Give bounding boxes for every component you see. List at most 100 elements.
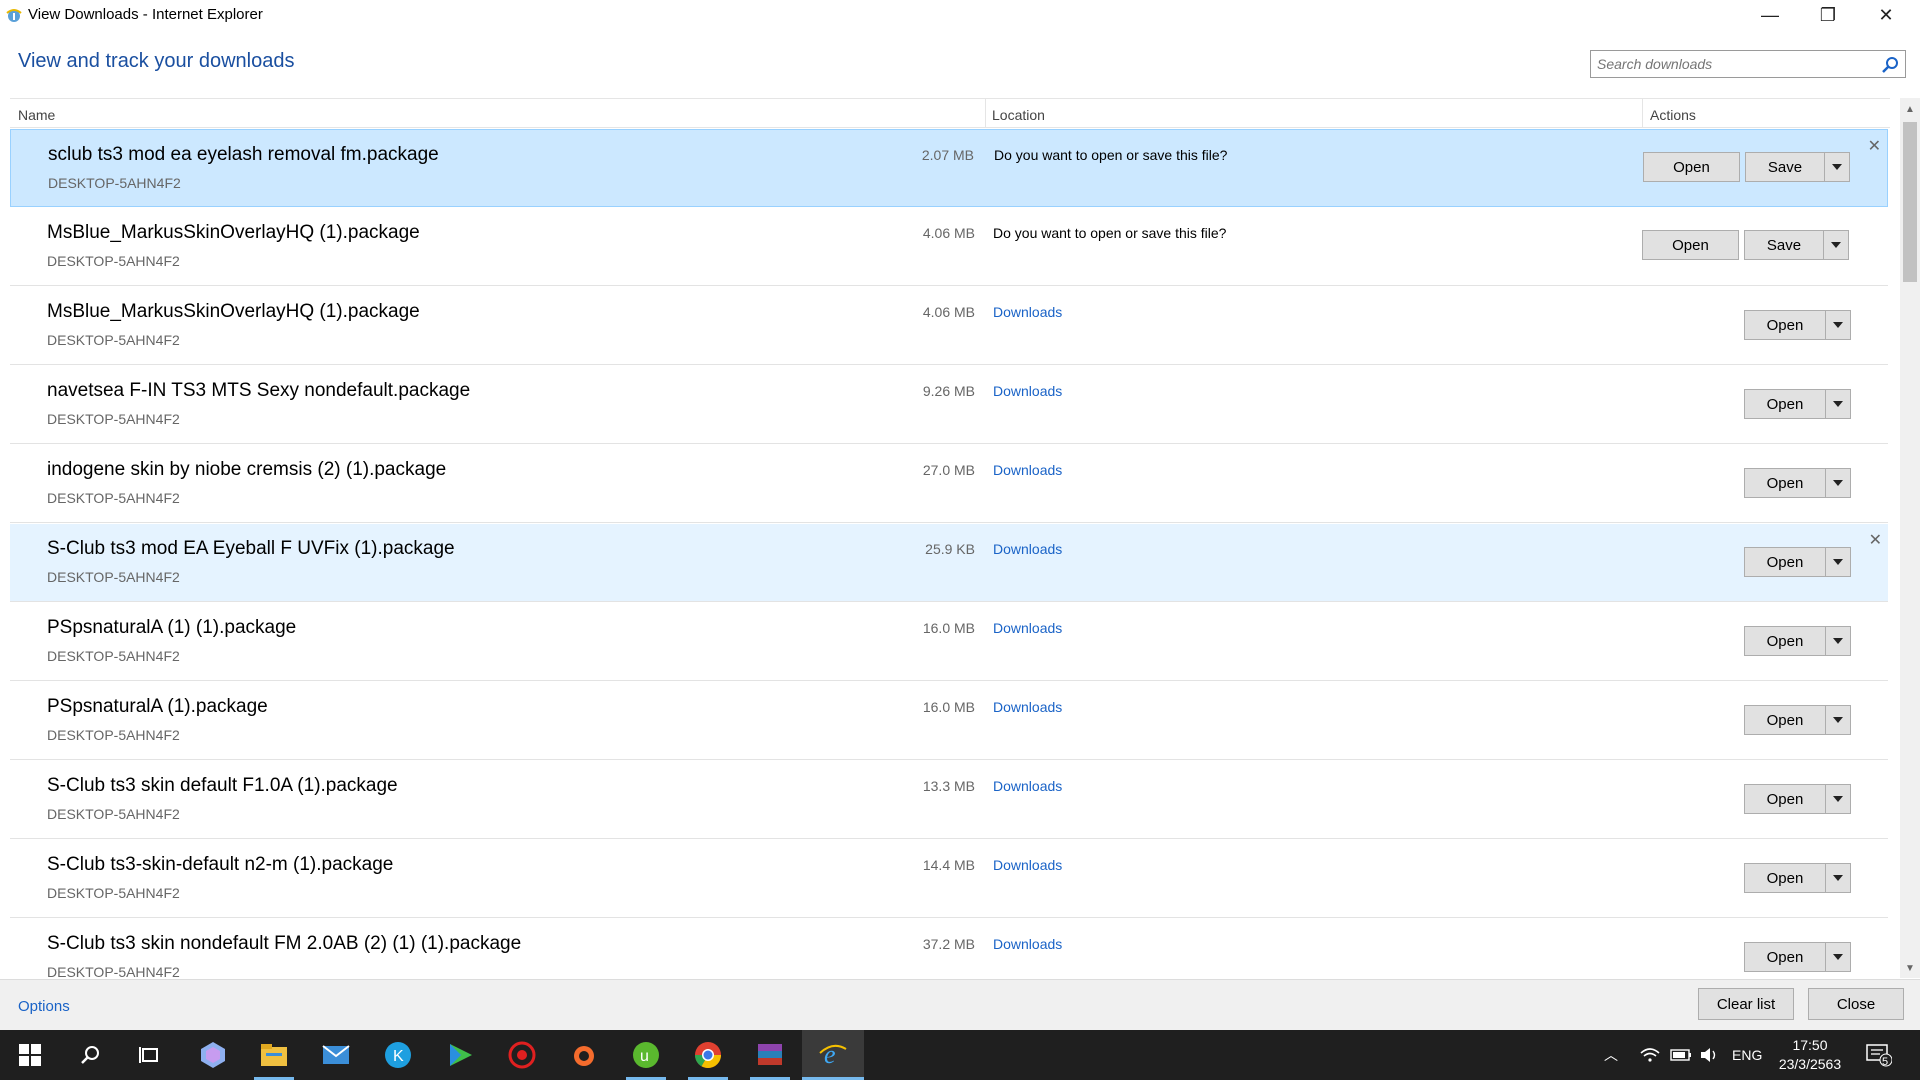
remove-item-button[interactable]: ✕ (1869, 530, 1882, 550)
open-button[interactable]: Open (1744, 468, 1826, 498)
page-title: View and track your downloads (18, 50, 295, 72)
download-row[interactable]: S-Club ts3 skin default F1.0A (1).packag… (10, 761, 1888, 839)
maximize-button[interactable]: ❐ (1799, 0, 1857, 30)
file-name: S-Club ts3 mod EA Eyeball F UVFix (1).pa… (47, 538, 455, 559)
open-button[interactable]: Open (1744, 705, 1826, 735)
location-link[interactable]: Downloads (993, 857, 1062, 873)
host-name: DESKTOP-5AHN4F2 (47, 964, 180, 979)
save-button[interactable]: Save (1745, 152, 1825, 182)
show-hidden-icons[interactable]: ︿ (1604, 1030, 1618, 1080)
save-button[interactable]: Save (1744, 230, 1824, 260)
host-name: DESKTOP-5AHN4F2 (47, 332, 180, 348)
file-size: 16.0 MB (922, 620, 975, 636)
column-actions: Actions (1650, 107, 1696, 123)
open-dropdown-button[interactable] (1825, 547, 1851, 577)
file-name: PSpsnaturalA (1).package (47, 696, 268, 717)
open-dropdown-button[interactable] (1825, 468, 1851, 498)
download-row[interactable]: indogene skin by niobe cremsis (2) (1).p… (10, 445, 1888, 523)
battery-icon[interactable] (1670, 1030, 1692, 1080)
open-button[interactable]: Open (1744, 626, 1826, 656)
open-dropdown-button[interactable] (1825, 942, 1851, 972)
minimize-button[interactable]: — (1741, 0, 1799, 30)
download-row[interactable]: PSpsnaturalA (1).package DESKTOP-5AHN4F2… (10, 682, 1888, 760)
save-dropdown-button[interactable] (1824, 152, 1850, 182)
internet-explorer-icon[interactable]: e (802, 1030, 864, 1080)
wifi-icon[interactable] (1640, 1030, 1660, 1080)
location-link[interactable]: Downloads (993, 778, 1062, 794)
notification-center-icon[interactable]: 5 (1866, 1030, 1892, 1080)
volume-icon[interactable] (1700, 1030, 1720, 1080)
mail-icon[interactable] (306, 1030, 366, 1080)
location-link[interactable]: Downloads (993, 699, 1062, 715)
options-link[interactable]: Options (18, 998, 70, 1015)
save-dropdown-button[interactable] (1823, 230, 1849, 260)
download-row[interactable]: sclub ts3 mod ea eyelash removal fm.pack… (10, 129, 1888, 207)
download-row[interactable]: MsBlue_MarkusSkinOverlayHQ (1).package D… (10, 208, 1888, 286)
location-link[interactable]: Downloads (993, 936, 1062, 952)
search-icon[interactable] (60, 1030, 120, 1080)
download-row[interactable]: S-Club ts3 mod EA Eyeball F UVFix (1).pa… (10, 524, 1888, 602)
open-dropdown-button[interactable] (1825, 310, 1851, 340)
kodi-icon[interactable]: K (368, 1030, 428, 1080)
open-dropdown-button[interactable] (1825, 626, 1851, 656)
column-location[interactable]: Location (992, 107, 1045, 123)
location-link[interactable]: Downloads (993, 304, 1062, 320)
ie-window-icon (6, 9, 22, 22)
download-row[interactable]: PSpsnaturalA (1) (1).package DESKTOP-5AH… (10, 603, 1888, 681)
open-button[interactable]: Open (1744, 310, 1826, 340)
download-row[interactable]: S-Club ts3-skin-default n2-m (1).package… (10, 840, 1888, 918)
file-size: 13.3 MB (922, 778, 975, 794)
clear-list-button[interactable]: Clear list (1698, 988, 1794, 1020)
download-row[interactable]: S-Club ts3 skin nondefault FM 2.0AB (2) … (10, 919, 1888, 979)
winrar-icon[interactable] (740, 1030, 800, 1080)
open-dropdown-button[interactable] (1825, 389, 1851, 419)
location-link[interactable]: Downloads (993, 541, 1062, 557)
utorrent-icon[interactable]: u (616, 1030, 676, 1080)
host-name: DESKTOP-5AHN4F2 (47, 569, 180, 585)
origin-icon[interactable] (554, 1030, 614, 1080)
red-app-icon[interactable] (492, 1030, 552, 1080)
open-dropdown-button[interactable] (1825, 863, 1851, 893)
location-link[interactable]: Downloads (993, 383, 1062, 399)
remove-item-button[interactable]: ✕ (1868, 136, 1881, 156)
file-name: MsBlue_MarkusSkinOverlayHQ (1).package (47, 301, 420, 322)
scrollbar-thumb[interactable] (1903, 122, 1917, 282)
clock[interactable]: 17:50 23/3/2563 (1770, 1036, 1850, 1074)
task-view-icon[interactable] (120, 1030, 180, 1080)
open-button[interactable]: Open (1642, 230, 1739, 260)
location-link[interactable]: Downloads (993, 462, 1062, 478)
chevron-up-icon[interactable]: ︿ (1604, 1045, 1618, 1065)
column-name[interactable]: Name (18, 107, 55, 123)
media-player-icon[interactable] (430, 1030, 490, 1080)
chrome-icon[interactable] (678, 1030, 738, 1080)
chevron-down-icon (1833, 638, 1843, 644)
vertical-scrollbar[interactable]: ▲ ▼ (1900, 98, 1920, 978)
scroll-down-icon[interactable]: ▼ (1905, 963, 1915, 974)
download-row[interactable]: navetsea F-IN TS3 MTS Sexy nondefault.pa… (10, 366, 1888, 444)
open-button[interactable]: Open (1744, 942, 1826, 972)
location-link[interactable]: Downloads (993, 620, 1062, 636)
download-row[interactable]: MsBlue_MarkusSkinOverlayHQ (1).package D… (10, 287, 1888, 365)
close-button[interactable]: Close (1808, 988, 1904, 1020)
language-indicator[interactable]: ENG (1732, 1030, 1762, 1080)
clock-date: 23/3/2563 (1778, 1056, 1842, 1072)
open-button[interactable]: Open (1744, 389, 1826, 419)
file-size: 9.26 MB (922, 383, 975, 399)
file-name: indogene skin by niobe cremsis (2) (1).p… (47, 459, 447, 480)
close-window-button[interactable]: ✕ (1857, 0, 1915, 30)
search-icon[interactable] (1881, 56, 1899, 74)
search-input[interactable] (1591, 51, 1871, 77)
app-icon[interactable] (183, 1030, 243, 1080)
file-explorer-icon[interactable] (244, 1030, 304, 1080)
scroll-up-icon[interactable]: ▲ (1905, 104, 1915, 115)
open-dropdown-button[interactable] (1825, 784, 1851, 814)
open-button[interactable]: Open (1744, 547, 1826, 577)
host-name: DESKTOP-5AHN4F2 (47, 253, 180, 269)
open-button[interactable]: Open (1744, 863, 1826, 893)
open-dropdown-button[interactable] (1825, 705, 1851, 735)
chevron-down-icon (1833, 875, 1843, 881)
windows-start-icon[interactable] (0, 1030, 60, 1080)
open-button[interactable]: Open (1643, 152, 1740, 182)
open-button[interactable]: Open (1744, 784, 1826, 814)
title-bar: View Downloads - Internet Explorer — ❐ ✕ (0, 0, 1920, 30)
